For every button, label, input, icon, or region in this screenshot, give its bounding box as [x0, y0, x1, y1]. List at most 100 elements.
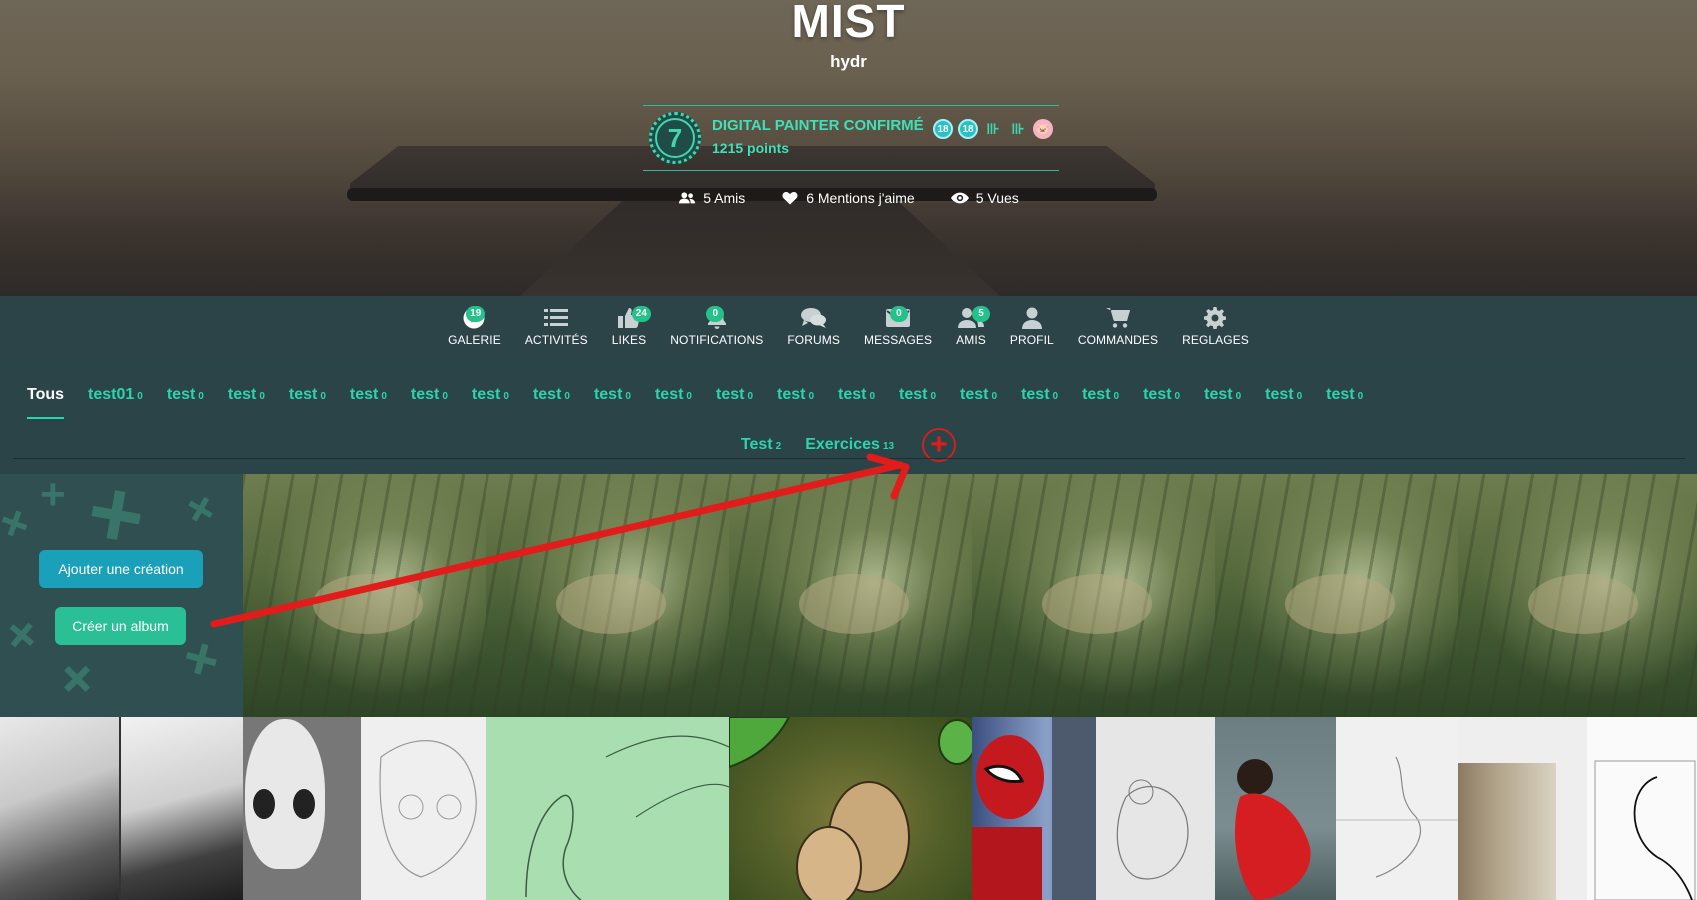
stat-views[interactable]: 5 Vues: [950, 190, 1019, 206]
sketch-drawing: [1336, 756, 1458, 878]
create-album-button[interactable]: Créer un album: [55, 607, 186, 645]
plus-decoration-icon: +: [173, 477, 228, 541]
cart-icon: [1105, 306, 1131, 330]
album-tab-all[interactable]: Tous: [27, 386, 64, 404]
album-tab-count: 0: [1174, 391, 1181, 402]
nav-item-messages[interactable]: 0 MESSAGES: [852, 296, 944, 362]
album-tab[interactable]: test 0: [594, 386, 631, 404]
nav-item-galerie[interactable]: 19 GALERIE: [436, 296, 513, 362]
nav-item-reglages[interactable]: REGLAGES: [1170, 296, 1261, 362]
gallery-thumbnail[interactable]: [243, 474, 486, 717]
gallery-thumbnail[interactable]: [119, 717, 243, 900]
gallery-thumbnail[interactable]: [1215, 717, 1336, 900]
profile-stats: 5 Amis 6 Mentions j'aime 5 Vues: [0, 190, 1697, 206]
album-tab[interactable]: test 0: [1326, 386, 1363, 404]
album-tab[interactable]: test 0: [1082, 386, 1119, 404]
album-tab[interactable]: test 0: [777, 386, 814, 404]
album-tab-label: test: [288, 386, 318, 403]
sketch-drawing: [1116, 779, 1189, 880]
album-tab-label: Test: [740, 436, 773, 453]
gallery-thumbnail[interactable]: [729, 717, 972, 900]
album-tab[interactable]: test 0: [350, 386, 387, 404]
album-tab[interactable]: Exercices 13: [805, 436, 894, 454]
album-tab-label: test: [1082, 386, 1111, 403]
album-tab-count: 0: [198, 391, 204, 402]
nav-item-notifications[interactable]: 0 NOTIFICATIONS: [658, 296, 775, 362]
album-tab[interactable]: test 0: [411, 386, 448, 404]
nav-item-amis[interactable]: 5 AMIS: [944, 296, 998, 362]
album-tab-count: 0: [930, 391, 937, 402]
profile-username: hydr: [830, 52, 867, 71]
gallery-thumbnail[interactable]: [729, 474, 972, 717]
album-tab[interactable]: test 0: [1021, 386, 1058, 404]
nav-item-commandes[interactable]: COMMANDES: [1066, 296, 1170, 362]
add-album-button[interactable]: +: [922, 428, 957, 462]
album-tab[interactable]: test 0: [1143, 386, 1180, 404]
album-tab-label: test: [777, 386, 806, 403]
level-badge-icon: 7: [649, 112, 701, 164]
nav-badge: 24: [631, 306, 652, 322]
gallery-thumbnail[interactable]: [486, 717, 729, 900]
album-tab-count: 0: [991, 391, 998, 402]
album-tab-count: 0: [686, 391, 692, 402]
album-tab[interactable]: test 0: [289, 386, 326, 404]
album-tab[interactable]: test01 0: [88, 386, 143, 404]
album-tab[interactable]: Test 2: [741, 436, 781, 454]
album-tab[interactable]: test 0: [899, 386, 936, 404]
album-tab[interactable]: test 0: [533, 386, 570, 404]
album-tabs: Tous test01 0 test 0 test 0 test 0 test 0 tes…: [0, 362, 1697, 474]
badge-icon[interactable]: 18: [933, 119, 953, 139]
album-tab-count: 0: [1052, 391, 1059, 402]
album-tab-label: test: [166, 386, 196, 403]
stat-likes[interactable]: 6 Mentions j'aime: [781, 190, 915, 206]
profile-header: MIST hydr 7 DIGITAL PAINTER CONFIRMÉ 121…: [0, 0, 1697, 296]
album-tab-count: 0: [747, 391, 753, 402]
nav-item-label: REGLAGES: [1182, 333, 1249, 347]
gallery-thumbnail[interactable]: [0, 717, 119, 900]
gallery-thumbnail[interactable]: [486, 474, 729, 717]
nav-item-profil[interactable]: PROFIL: [998, 296, 1066, 362]
gallery-thumbnail[interactable]: [972, 717, 1096, 900]
rank-title: DIGITAL PAINTER CONFIRMÉ: [712, 117, 924, 134]
album-tab[interactable]: test 0: [472, 386, 509, 404]
eye-icon: [950, 192, 969, 204]
album-tab[interactable]: test 0: [1265, 386, 1302, 404]
trophy-icon[interactable]: ⊪: [983, 119, 1003, 139]
nav-item-activites[interactable]: ACTIVITÉS: [513, 296, 600, 362]
album-tab-label: test: [532, 386, 562, 403]
gallery-thumbnail[interactable]: [1096, 717, 1215, 900]
rank-panel: 7 DIGITAL PAINTER CONFIRMÉ 1215 points 1…: [643, 105, 1059, 171]
album-tab-count: 0: [503, 391, 509, 402]
gallery-thumbnail[interactable]: [1458, 474, 1697, 717]
album-tab[interactable]: test 0: [228, 386, 265, 404]
album-tab[interactable]: test 0: [960, 386, 997, 404]
album-tab[interactable]: test 0: [716, 386, 753, 404]
gallery-thumbnail[interactable]: [972, 474, 1215, 717]
gallery-thumbnail[interactable]: [361, 717, 486, 900]
album-tab-label: test: [227, 386, 257, 403]
cover-image-pier: [520, 198, 1000, 296]
gallery-thumbnail[interactable]: [1587, 717, 1697, 900]
nav-item-forums[interactable]: FORUMS: [775, 296, 852, 362]
album-tab[interactable]: test 0: [167, 386, 204, 404]
gallery-thumbnail[interactable]: [243, 717, 361, 900]
stat-views-label: 5 Vues: [975, 190, 1019, 206]
album-tab[interactable]: test 0: [838, 386, 875, 404]
album-tabs-row-2: Test 2 Exercices 13 +: [0, 428, 1697, 462]
nav-item-likes[interactable]: 24 LIKES: [600, 296, 659, 362]
skull-eye: [253, 789, 275, 819]
badge-icon[interactable]: 18: [958, 119, 978, 139]
gallery-thumbnail[interactable]: [1458, 717, 1587, 900]
trophy-icon[interactable]: ⊪: [1008, 119, 1028, 139]
album-tab[interactable]: test 0: [1204, 386, 1241, 404]
album-tab-label: test: [410, 386, 440, 403]
pig-icon[interactable]: 🐷: [1033, 119, 1053, 139]
nav-item-label: ACTIVITÉS: [524, 333, 588, 347]
gallery-thumbnail[interactable]: [1336, 717, 1458, 900]
album-tab-count: 2: [775, 441, 782, 452]
stat-friends[interactable]: 5 Amis: [678, 190, 745, 206]
add-creation-button[interactable]: Ajouter une création: [39, 550, 203, 588]
gallery-thumbnail[interactable]: [1215, 474, 1458, 717]
plus-decoration-icon: +: [40, 474, 66, 519]
album-tab[interactable]: test 0: [655, 386, 692, 404]
